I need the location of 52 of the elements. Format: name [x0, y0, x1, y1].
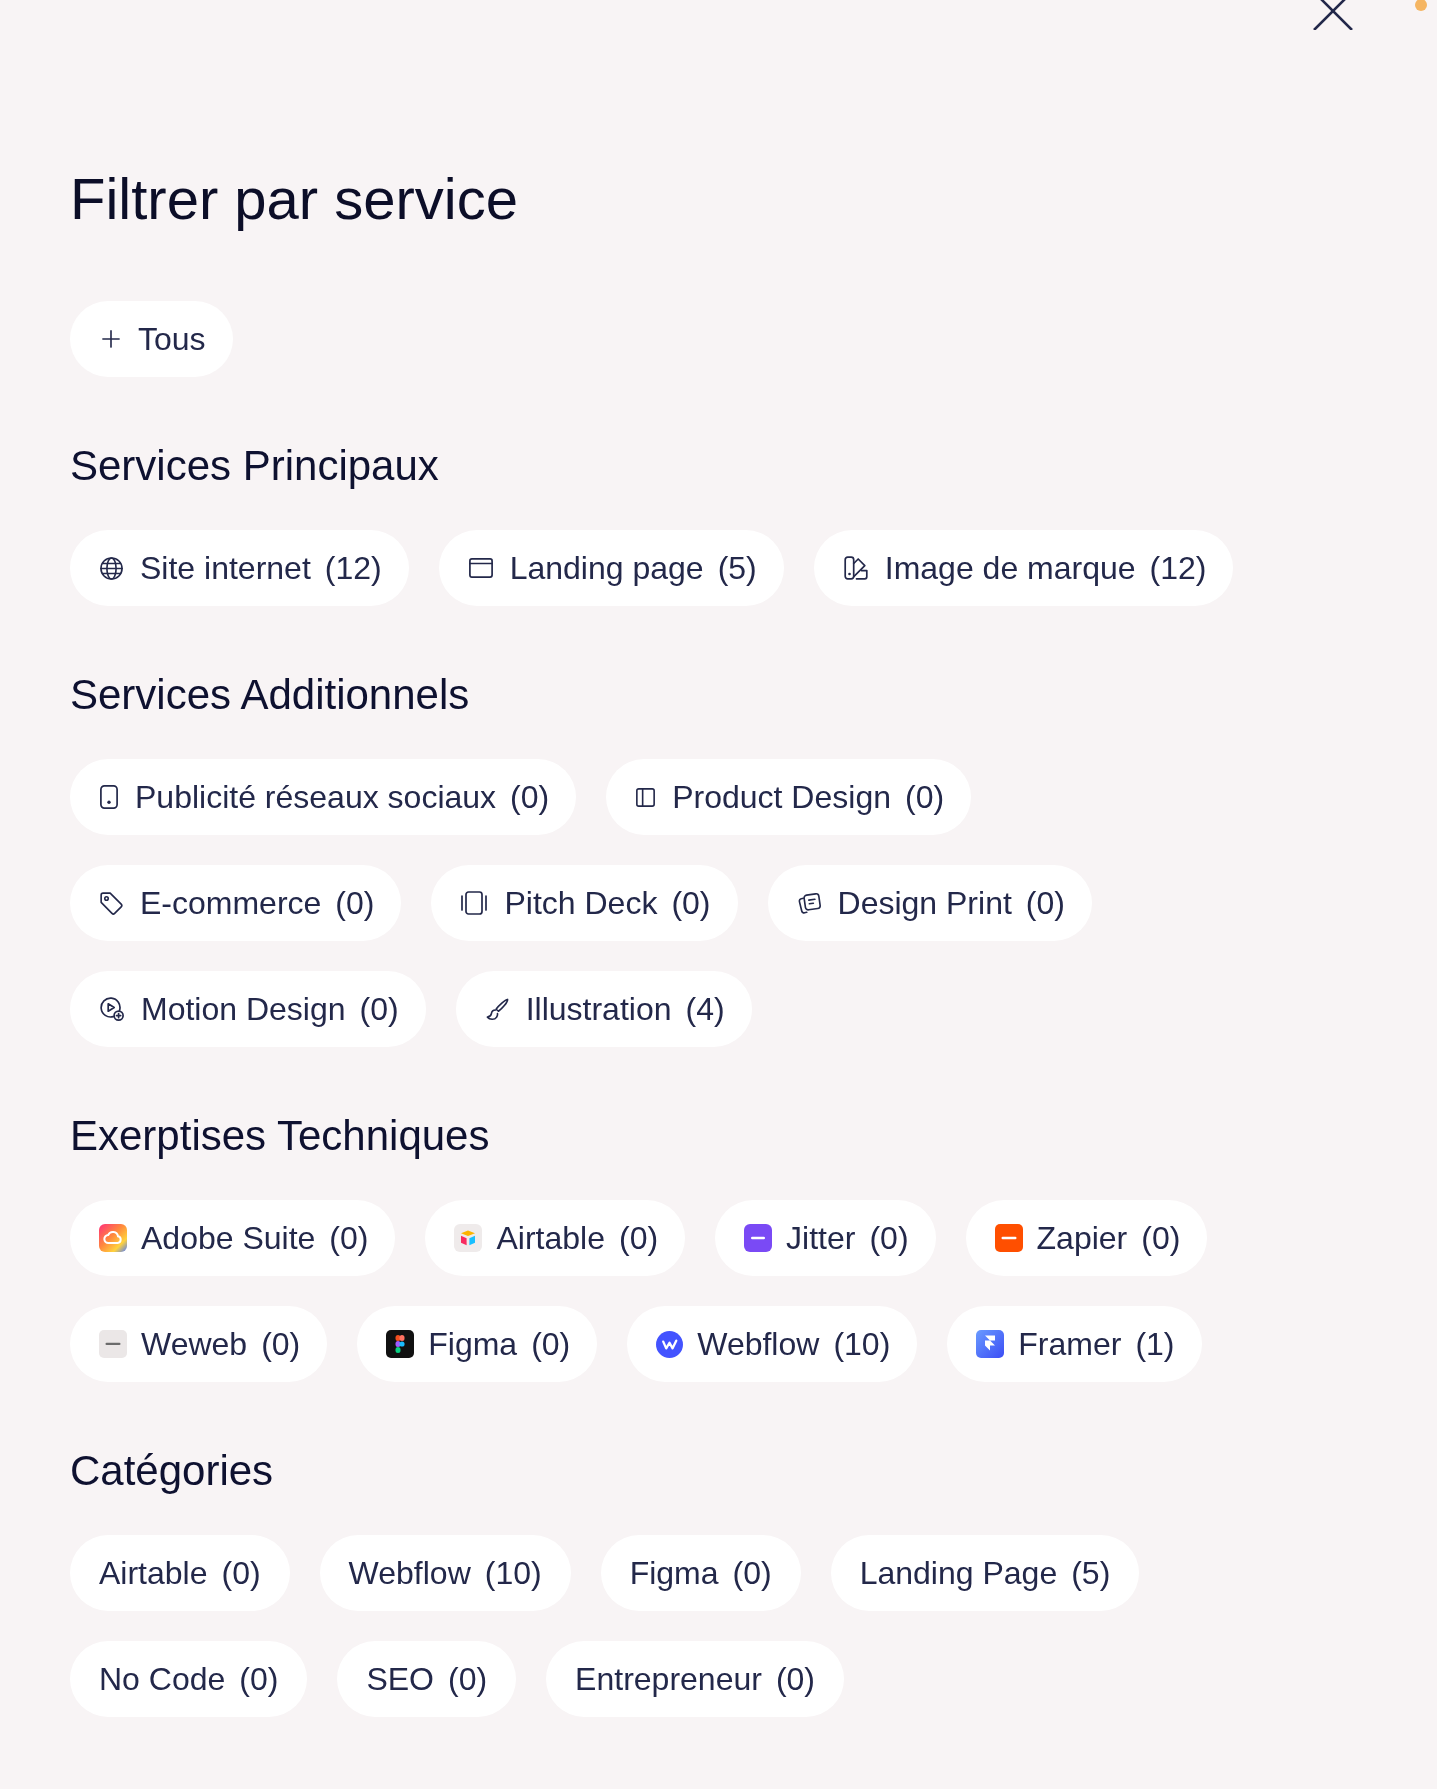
page-title: Filtrer par service	[70, 165, 518, 233]
notes-icon	[797, 891, 821, 915]
section-heading: Catégories	[70, 1446, 274, 1496]
filter-chip[interactable]: SEO (0)	[337, 1641, 517, 1717]
filter-chip[interactable]: Airtable (0)	[70, 1535, 290, 1611]
logo-tile-icon	[976, 1330, 1005, 1358]
filter-chip[interactable]: Adobe Suite (0)	[70, 1200, 396, 1276]
swatches-icon	[843, 556, 868, 580]
filter-chip[interactable]: Pitch Deck (0)	[431, 865, 738, 941]
filter-chip[interactable]: Webflow (10)	[627, 1306, 918, 1382]
filter-chip[interactable]: Motion Design (0)	[70, 971, 426, 1047]
filter-chip[interactable]: Publicité réseaux sociaux (0)	[70, 759, 577, 835]
filter-chip[interactable]: Design Print (0)	[767, 865, 1092, 941]
filter-chip[interactable]: Entrepreneur (0)	[546, 1641, 844, 1717]
filter-chip[interactable]: Figma (0)	[600, 1535, 801, 1611]
filter-chip[interactable]: Illustration (4)	[455, 971, 752, 1047]
slides-icon	[461, 891, 488, 915]
filter-chip[interactable]: Landing page (5)	[438, 530, 784, 606]
filter-chip[interactable]: Tous	[70, 301, 233, 377]
filter-chip[interactable]: Webflow (10)	[319, 1535, 571, 1611]
close-icon	[1311, 0, 1355, 30]
browser-window-icon	[468, 558, 493, 578]
filter-chip[interactable]: Product Design (0)	[606, 759, 972, 835]
brush-icon	[485, 997, 509, 1021]
tag-icon	[100, 891, 123, 915]
filter-chip[interactable]: Image de marque (12)	[813, 530, 1234, 606]
filter-chip[interactable]: Site internet (12)	[70, 530, 409, 606]
shapes-logo-icon	[386, 1330, 415, 1358]
filter-chip[interactable]: No Code (0)	[70, 1641, 308, 1717]
section-heading: Services Principaux	[70, 441, 439, 491]
filter-chip[interactable]: Weweb (0)	[70, 1306, 328, 1382]
cloud-logo-icon	[99, 1224, 127, 1252]
layout-icon	[636, 787, 656, 807]
close-button[interactable]	[1311, 0, 1355, 30]
blocks-logo-icon	[454, 1224, 483, 1252]
globe-icon	[100, 556, 123, 580]
section-heading: Services Additionnels	[70, 670, 470, 720]
filter-chip[interactable]: Figma (0)	[357, 1306, 598, 1382]
play-circle-icon	[100, 997, 124, 1021]
logo-tile-icon	[744, 1224, 773, 1252]
circle-logo-icon	[656, 1330, 684, 1358]
filter-chip[interactable]: E-commerce (0)	[70, 865, 402, 941]
filter-chip[interactable]: Jitter (0)	[715, 1200, 936, 1276]
section-heading: Exerptises Techniques	[70, 1111, 490, 1161]
logo-tile-icon	[994, 1224, 1023, 1252]
filter-chip[interactable]: Framer (1)	[947, 1306, 1202, 1382]
phone-icon	[100, 785, 118, 809]
logo-tile-icon	[99, 1330, 127, 1358]
filter-chip[interactable]: Airtable (0)	[425, 1200, 686, 1276]
plus-icon	[102, 330, 120, 348]
filter-chip[interactable]: Landing Page (5)	[830, 1535, 1140, 1611]
filter-chip[interactable]: Zapier (0)	[965, 1200, 1208, 1276]
